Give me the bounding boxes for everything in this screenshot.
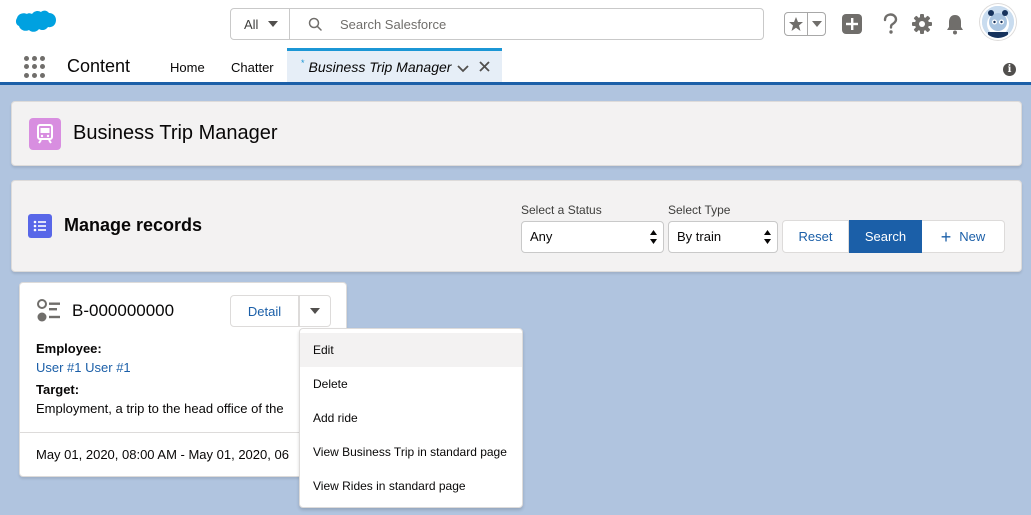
global-header: All <box>0 0 1031 48</box>
chevron-down-icon <box>310 308 320 314</box>
record-actions-button[interactable] <box>299 295 331 327</box>
menu-item-view-rides[interactable]: View Rides in standard page <box>300 469 522 503</box>
navigation-bar: Content Home Chatter * Business Trip Man… <box>0 48 1031 85</box>
search-field[interactable] <box>290 9 763 39</box>
app-launcher-icon[interactable] <box>24 56 46 78</box>
manage-records-card: Manage records Select a Status Any Selec… <box>11 180 1022 272</box>
record-card: B-000000000 Detail Employee: User #1 Use… <box>19 282 347 477</box>
search-button[interactable]: Search <box>849 220 922 253</box>
search-scope-dropdown[interactable]: All <box>231 9 290 39</box>
reset-button[interactable]: Reset <box>782 220 849 253</box>
record-actions-menu: Edit Delete Add ride View Business Trip … <box>299 328 523 508</box>
chevron-down-icon <box>268 21 279 27</box>
search-icon <box>308 17 322 31</box>
type-value: By train <box>677 229 722 244</box>
notifications-bell-icon[interactable] <box>943 12 967 36</box>
status-value: Any <box>530 229 553 244</box>
select-arrows-icon <box>764 230 771 244</box>
help-icon[interactable] <box>878 12 902 36</box>
select-arrows-icon <box>650 230 657 244</box>
status-label: Select a Status <box>521 203 602 217</box>
search-scope-label: All <box>244 16 259 32</box>
app-train-icon <box>29 118 61 150</box>
tab-business-trip-manager[interactable]: * Business Trip Manager <box>287 48 502 82</box>
close-icon[interactable] <box>479 60 490 75</box>
record-icon <box>37 299 60 322</box>
tab-label: Business Trip Manager <box>308 58 452 75</box>
search-input[interactable] <box>340 16 740 32</box>
unsaved-marker: * <box>301 57 305 68</box>
divider <box>20 432 346 433</box>
new-button[interactable]: + New <box>922 220 1005 253</box>
salesforce-logo[interactable] <box>14 8 58 40</box>
date-range: May 01, 2020, 08:00 AM - May 01, 2020, 0… <box>36 447 289 462</box>
target-label: Target: <box>36 382 80 397</box>
plus-icon: + <box>940 226 952 247</box>
info-icon[interactable]: i <box>1003 63 1016 76</box>
detail-button[interactable]: Detail <box>230 295 299 327</box>
type-select[interactable]: By train <box>668 221 778 253</box>
header-actions <box>784 8 826 40</box>
employee-link[interactable]: User #1 User #1 <box>36 360 131 375</box>
favorites-button-group <box>784 12 826 36</box>
record-title: B-000000000 <box>72 301 175 320</box>
list-icon <box>28 214 52 238</box>
type-label: Select Type <box>668 203 731 217</box>
status-select[interactable]: Any <box>521 221 664 253</box>
global-add-icon[interactable] <box>840 12 864 36</box>
menu-item-view-business-trip[interactable]: View Business Trip in standard page <box>300 435 522 469</box>
app-name: Content <box>67 56 131 76</box>
favorites-dropdown-icon[interactable] <box>808 13 825 35</box>
nav-item-chatter[interactable]: Chatter <box>231 60 274 75</box>
favorites-star-icon[interactable] <box>785 13 808 35</box>
global-search: All <box>230 8 764 40</box>
nav-item-home[interactable]: Home <box>170 60 205 75</box>
page-header: Business Trip Manager <box>11 101 1022 166</box>
menu-item-edit[interactable]: Edit <box>300 333 522 367</box>
page-title: Business Trip Manager <box>73 122 278 144</box>
user-avatar[interactable] <box>980 4 1016 40</box>
new-button-label: New <box>959 229 986 244</box>
target-value: Employment, a trip to the head office of… <box>36 401 284 416</box>
filter-button-group: Reset Search + New <box>782 220 1005 253</box>
menu-item-add-ride[interactable]: Add ride <box>300 401 522 435</box>
setup-gear-icon[interactable] <box>910 12 934 36</box>
menu-item-delete[interactable]: Delete <box>300 367 522 401</box>
section-title: Manage records <box>64 215 203 235</box>
employee-label: Employee: <box>36 341 102 356</box>
chevron-down-icon[interactable] <box>457 61 469 76</box>
